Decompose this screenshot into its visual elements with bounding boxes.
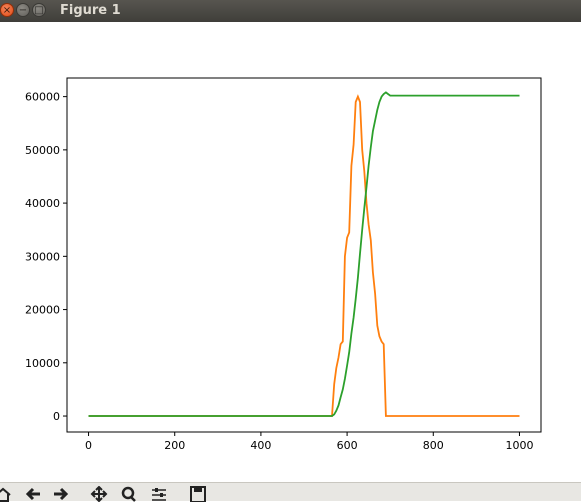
series-line-2: [88, 91, 520, 417]
navigation-toolbar: [0, 482, 581, 502]
maximize-window-button[interactable]: □: [32, 3, 46, 17]
x-tick-label: 400: [250, 439, 271, 452]
x-tick-label: 1000: [505, 439, 533, 452]
window-title: Figure 1: [60, 3, 121, 18]
window-titlebar: × − □ Figure 1: [0, 0, 581, 23]
x-tick-label: 600: [337, 439, 358, 452]
close-window-button[interactable]: ×: [0, 3, 14, 17]
axes-frame: [66, 77, 542, 433]
x-tick-label: 0: [85, 439, 92, 452]
figure-canvas: 0 200 400 600 800 1000 0 10000 20000 30000 40000 5…: [0, 22, 581, 482]
y-tick-label: 50000: [25, 144, 60, 157]
series-line-1: [88, 94, 520, 417]
minimize-window-button[interactable]: −: [16, 3, 30, 17]
x-tick-label: 800: [423, 439, 444, 452]
y-tick-label: 60000: [25, 91, 60, 104]
y-tick-label: 10000: [25, 357, 60, 370]
x-tick-label: 200: [164, 439, 185, 452]
y-axis: 0 10000 20000 30000 40000 50000 60000: [25, 91, 67, 423]
line-chart: 0 200 400 600 800 1000 0 10000 20000 30000 40000 5…: [25, 77, 542, 452]
x-axis: 0 200 400 600 800 1000: [85, 432, 533, 452]
y-tick-label: 30000: [25, 250, 60, 263]
y-tick-label: 0: [53, 410, 60, 423]
series-layer: [88, 91, 520, 417]
y-tick-label: 40000: [25, 197, 60, 210]
y-tick-label: 20000: [25, 304, 60, 317]
